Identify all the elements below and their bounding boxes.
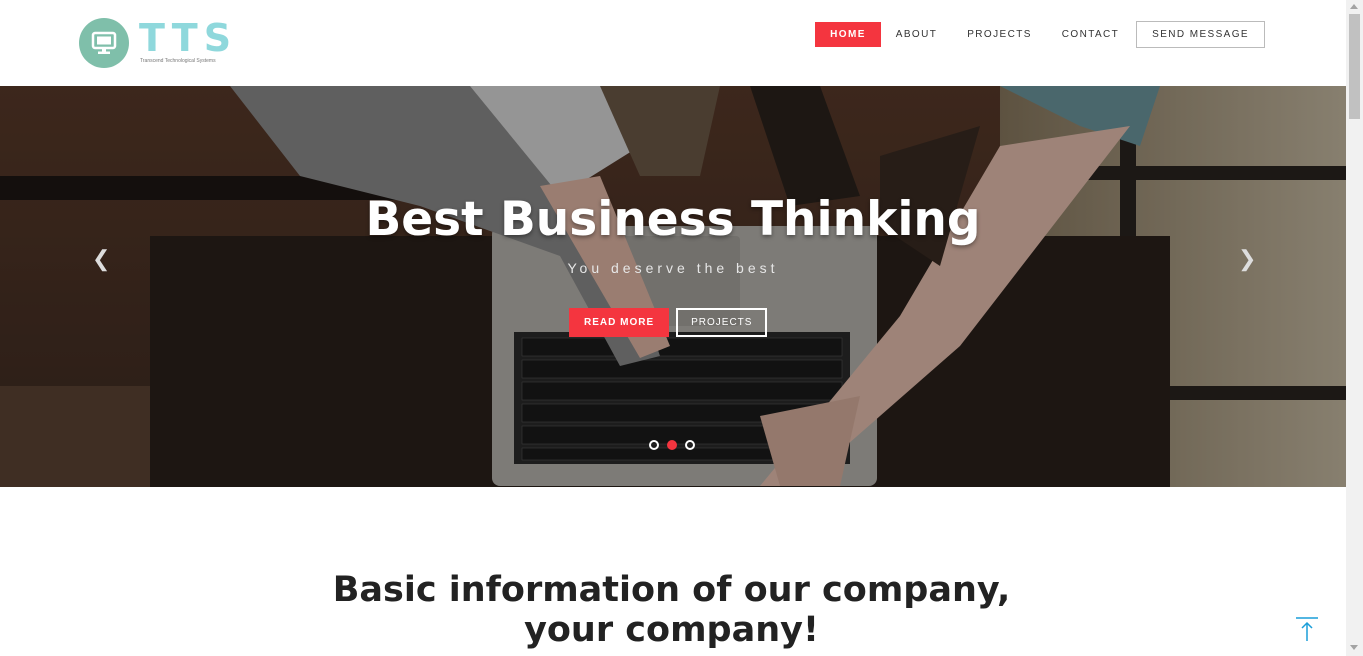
monitor-icon [91,31,117,54]
brand-name: TTS [139,16,238,60]
scroll-down-icon[interactable] [1350,645,1358,650]
scroll-up-icon[interactable] [1350,4,1358,9]
send-message-button[interactable]: SEND MESSAGE [1136,21,1265,48]
slide-dot-2[interactable] [667,440,677,450]
logo-circle [79,18,129,68]
nav-projects[interactable]: PROJECTS [952,22,1047,47]
hero-buttons: READ MORE PROJECTS [569,308,768,337]
site-header: TTS Transcend Technological Systems HOME… [0,0,1346,86]
hero-title: Best Business Thinking [365,192,981,247]
slider-dots [649,440,703,450]
slide-dot-3[interactable] [685,440,695,450]
hero-slider: ❮ ❯ Best Business Thinking You deserve t… [0,86,1346,487]
read-more-button[interactable]: READ MORE [569,308,670,337]
scrollbar-thumb[interactable] [1349,14,1360,119]
hero-background-image [0,86,1346,487]
nav-contact[interactable]: CONTACT [1047,22,1134,47]
slide-dot-1[interactable] [649,440,659,450]
brand-tagline: Transcend Technological Systems [140,58,216,64]
hero-subtitle: You deserve the best [567,260,779,276]
brand-logo[interactable]: TTS Transcend Technological Systems [79,16,239,70]
projects-button[interactable]: PROJECTS [676,308,768,337]
about-heading: Basic information of our company, your c… [332,570,1011,650]
arrow-up-icon[interactable] [1294,616,1320,642]
nav-home[interactable]: HOME [815,22,881,47]
main-nav: HOME ABOUT PROJECTS CONTACT SEND MESSAGE [815,21,1265,48]
nav-about[interactable]: ABOUT [881,22,952,47]
page-scrollbar[interactable] [1346,0,1363,656]
